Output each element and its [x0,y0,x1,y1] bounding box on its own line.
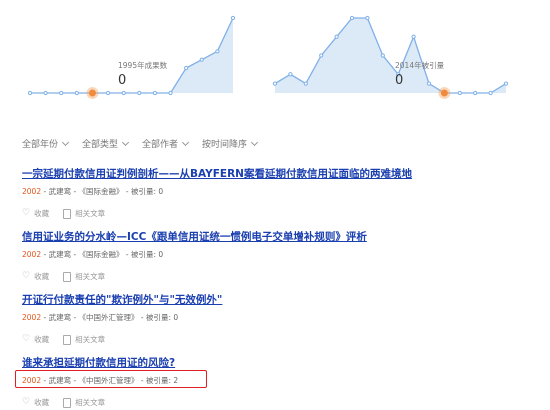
citation-chart[interactable]: 2014年被引量 0 [272,15,509,99]
heart-icon: ♡ [22,208,31,218]
citation-tooltip-value: 0 [395,73,403,88]
output-chart-point[interactable] [152,90,158,96]
related-label: 相关文章 [75,398,106,407]
favorite-button[interactable]: ♡ 收藏 [22,334,49,345]
output-chart-point[interactable] [59,90,64,96]
result-actions: ♡ 收藏 相关文章 [22,397,522,408]
citation-chart-point[interactable] [503,81,509,86]
chevron-down-icon [121,138,130,146]
highlight-box [15,370,207,388]
filter-bar: 全部年份 全部类型 全部作者 按时间降序 [22,137,259,150]
output-tooltip-value: 0 [118,73,126,88]
output-chart-tooltip: 1995年成果数 0 [118,60,168,88]
output-chart-point[interactable] [27,90,33,96]
related-articles-button[interactable]: 相关文章 [63,334,105,345]
result-meta: 2002 - 武建鸾 - 《中国外汇管理》 - 被引量: 0 [22,312,522,323]
citation-chart-point[interactable] [457,90,462,96]
related-label: 相关文章 [75,335,106,344]
charts-area: 1995年成果数 0 2014年被引量 0 [27,15,509,99]
output-tooltip-label: 1995年成果数 [118,60,168,70]
document-icon [63,397,72,408]
favorite-label: 收藏 [34,335,50,344]
sort-order-label: 按时间降序 [202,140,248,150]
related-label: 相关文章 [75,272,106,281]
output-chart-point[interactable] [88,89,96,97]
citation-chart-point[interactable] [440,89,448,97]
output-chart-point[interactable] [137,90,142,96]
output-chart-point[interactable] [43,90,48,96]
result-title[interactable]: 谁来承担延期付款信用证的风险? [22,355,522,370]
citation-chart-point[interactable] [426,81,432,86]
result-title[interactable]: 信用证业务的分水岭—ICC《跟单信用证统一惯例电子交单增补规则》评析 [22,229,522,244]
document-icon [63,208,72,219]
filter-year-label: 全部年份 [22,140,59,150]
chevron-down-icon [251,138,259,146]
output-chart-point[interactable] [184,65,189,71]
result-item: 信用证业务的分水岭—ICC《跟单信用证统一惯例电子交单增补规则》评析 2002 … [22,229,522,282]
result-year[interactable]: 2002 [22,313,41,322]
output-chart-point[interactable] [168,90,173,96]
citation-chart-point[interactable] [288,72,293,77]
citation-chart-point[interactable] [349,15,355,21]
citation-chart-point[interactable] [272,81,278,86]
output-chart[interactable]: 1995年成果数 0 [27,15,236,99]
result-meta-text: - 武建鸾 - 《中国外汇管理》 - 被引量: 0 [41,313,179,322]
citation-chart-point[interactable] [334,34,339,39]
result-meta: 2002 - 武建鸾 - 《国际金融》 - 被引量: 0 [22,249,522,260]
result-meta-text: - 武建鸾 - 《国际金融》 - 被引量: 0 [41,187,164,196]
filter-type-label: 全部类型 [82,140,119,150]
result-meta: 2002 - 武建鸾 - 《国际金融》 - 被引量: 0 [22,186,522,197]
result-title[interactable]: 一宗延期付款信用证判例剖析——从BAYFERN案看延期付款信用证面临的两难境地 [22,166,522,181]
result-actions: ♡ 收藏 相关文章 [22,334,522,345]
document-icon [63,271,72,282]
result-item: 开证行付款责任的"欺诈例外"与"无效例外" 2002 - 武建鸾 - 《中国外汇… [22,292,522,345]
favorite-button[interactable]: ♡ 收藏 [22,271,49,282]
result-year[interactable]: 2002 [22,187,41,196]
filter-author-label: 全部作者 [142,140,179,150]
heart-icon: ♡ [22,334,31,344]
output-chart-point[interactable] [199,57,204,62]
related-articles-button[interactable]: 相关文章 [63,271,105,282]
output-chart-point[interactable] [215,49,220,54]
citation-chart-point[interactable] [380,53,385,58]
filter-year[interactable]: 全部年份 [22,137,70,150]
document-icon [63,334,72,345]
citation-chart-point[interactable] [365,15,370,21]
output-chart-point[interactable] [74,90,79,96]
chevron-down-icon [182,138,190,146]
favorite-button[interactable]: ♡ 收藏 [22,397,49,408]
output-chart-point[interactable] [230,15,236,21]
output-chart-point[interactable] [121,90,126,96]
citation-chart-point[interactable] [488,90,493,96]
citation-chart-area [275,18,506,93]
result-title[interactable]: 开证行付款责任的"欺诈例外"与"无效例外" [22,292,522,307]
citation-chart-point[interactable] [319,53,324,58]
result-year[interactable]: 2002 [22,250,41,259]
favorite-label: 收藏 [34,272,50,281]
chevron-down-icon [61,138,70,146]
result-item: 一宗延期付款信用证判例剖析——从BAYFERN案看延期付款信用证面临的两难境地 … [22,166,522,219]
citation-chart-point[interactable] [411,34,416,39]
output-chart-area [30,18,233,93]
related-articles-button[interactable]: 相关文章 [63,208,105,219]
related-articles-button[interactable]: 相关文章 [63,397,105,408]
result-actions: ♡ 收藏 相关文章 [22,271,522,282]
filter-type[interactable]: 全部类型 [82,137,130,150]
heart-icon: ♡ [22,271,31,281]
filter-author[interactable]: 全部作者 [142,137,190,150]
citation-tooltip-label: 2014年被引量 [395,60,445,70]
related-label: 相关文章 [75,209,106,218]
favorite-label: 收藏 [34,209,50,218]
favorite-label: 收藏 [34,398,50,407]
result-meta-text: - 武建鸾 - 《国际金融》 - 被引量: 0 [41,250,164,259]
sort-order[interactable]: 按时间降序 [202,137,259,150]
output-chart-point[interactable] [105,90,111,96]
heart-icon: ♡ [22,397,31,407]
favorite-button[interactable]: ♡ 收藏 [22,208,49,219]
citation-chart-point[interactable] [473,90,478,96]
result-actions: ♡ 收藏 相关文章 [22,208,522,219]
citation-chart-point[interactable] [303,81,308,86]
